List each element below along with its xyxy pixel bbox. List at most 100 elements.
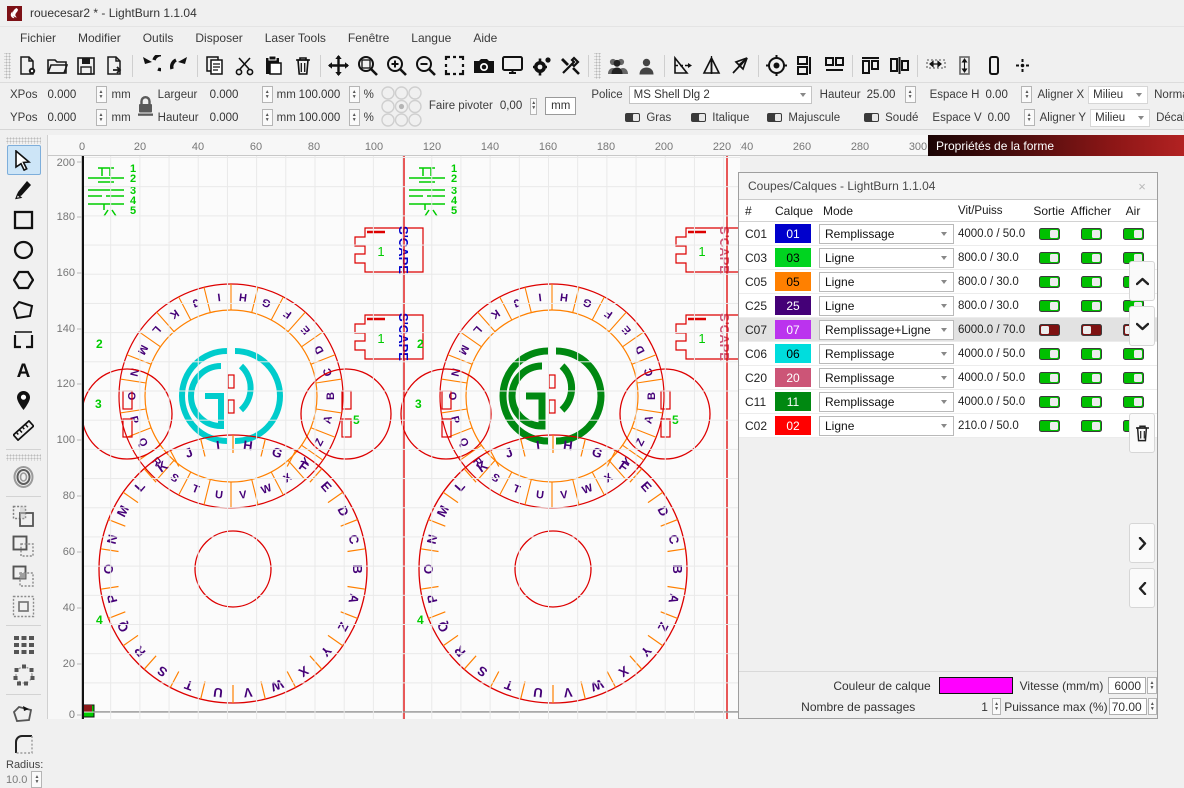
preview-icon[interactable]	[498, 51, 527, 80]
show-toggle[interactable]	[1080, 371, 1102, 384]
spacing-h-stepper[interactable]: ▲ ▼	[1021, 86, 1033, 103]
layer-mode-cell[interactable]: Remplissage	[819, 223, 954, 244]
table-row[interactable]: C07 07 Remplissage+Ligne 6000.0 / 70.0	[739, 318, 1157, 342]
delete-layer-button[interactable]	[1129, 413, 1155, 453]
device-tools-icon[interactable]	[556, 51, 585, 80]
output-toggle-cell[interactable]	[1028, 371, 1070, 384]
layer-color-cell[interactable]: 07	[775, 320, 819, 339]
menu-fenetre[interactable]: Fenêtre	[337, 29, 400, 47]
mode-select[interactable]: Remplissage	[819, 223, 954, 244]
fillet-corner-tool[interactable]	[7, 729, 41, 759]
tools-sidebar-grip[interactable]	[6, 137, 41, 144]
radius-stepper[interactable]: ▲ ▼	[31, 771, 43, 788]
pencil-tool[interactable]	[7, 175, 41, 205]
tools-sidebar-grip-2[interactable]	[6, 454, 41, 461]
horizontal-ruler-right[interactable]: 240 260 280 300	[740, 135, 928, 156]
text-tool[interactable]: A	[7, 355, 41, 385]
show-toggle[interactable]	[1080, 395, 1102, 408]
polygon-tool[interactable]	[7, 265, 41, 295]
layer-swatch[interactable]: 25	[775, 296, 811, 315]
layer-swatch[interactable]: 11	[775, 392, 811, 411]
toolbar-grip[interactable]	[4, 52, 11, 79]
table-row[interactable]: C02 02 Ligne 210.0 / 50.0	[739, 414, 1157, 438]
output-toggle-cell[interactable]	[1028, 323, 1070, 336]
move-icon[interactable]	[324, 51, 353, 80]
output-toggle-cell[interactable]	[1028, 395, 1070, 408]
zoom-in-icon[interactable]	[382, 51, 411, 80]
table-row[interactable]: C01 01 Remplissage 4000.0 / 50.0	[739, 222, 1157, 246]
layer-color-cell[interactable]: 03	[775, 248, 819, 267]
height-stepper[interactable]: ▲ ▼	[261, 109, 273, 126]
undo-icon[interactable]	[136, 51, 165, 80]
offset-tool[interactable]	[7, 462, 41, 492]
mode-select[interactable]: Ligne	[819, 271, 954, 292]
speed-stepper[interactable]: ▲ ▼	[1147, 677, 1157, 694]
output-toggle[interactable]	[1038, 419, 1060, 432]
ellipse-tool[interactable]	[7, 235, 41, 265]
toolbar-grip[interactable]	[594, 52, 601, 79]
radius-value[interactable]: 10.0	[6, 774, 27, 786]
output-toggle-cell[interactable]	[1028, 227, 1070, 240]
zoom-selection-icon[interactable]	[440, 51, 469, 80]
table-row[interactable]: C03 03 Ligne 800.0 / 30.0	[739, 246, 1157, 270]
layer-swatch[interactable]: 01	[775, 224, 811, 243]
boolean-subtract-tool[interactable]	[7, 531, 41, 561]
layer-color-cell[interactable]: 02	[775, 416, 819, 435]
select-tool[interactable]	[6, 145, 41, 175]
rotate-stepper[interactable]: ▲ ▼	[530, 97, 538, 115]
show-toggle[interactable]	[1080, 419, 1102, 432]
layer-swatch[interactable]: 06	[775, 344, 811, 363]
width-value[interactable]: 0.000	[210, 89, 262, 101]
show-toggle[interactable]	[1080, 323, 1102, 336]
caps-toggle[interactable]	[767, 113, 783, 122]
height-value[interactable]: 0.000	[210, 112, 262, 124]
menu-aide[interactable]: Aide	[462, 29, 508, 47]
output-toggle-cell[interactable]	[1028, 275, 1070, 288]
panel-next-button[interactable]	[1129, 523, 1155, 563]
anchor-grid-icon[interactable]	[380, 85, 423, 128]
size-match-icon[interactable]	[979, 51, 1008, 80]
align-center-h-icon[interactable]	[820, 51, 849, 80]
power-stepper[interactable]: ▲ ▼	[1147, 698, 1158, 715]
closed-polygon-tool[interactable]	[7, 295, 41, 325]
output-toggle[interactable]	[1038, 347, 1060, 360]
table-row[interactable]: C11 11 Remplissage 4000.0 / 50.0	[739, 390, 1157, 414]
set-origin-icon[interactable]	[762, 51, 791, 80]
output-toggle-cell[interactable]	[1028, 347, 1070, 360]
rotate-value[interactable]: 0,00	[500, 100, 522, 112]
mode-select[interactable]: Ligne	[819, 247, 954, 268]
mode-select[interactable]: Ligne	[819, 295, 954, 316]
zoom-fit-icon[interactable]	[353, 51, 382, 80]
flip-diagonal-icon[interactable]	[726, 51, 755, 80]
layer-mode-cell[interactable]: Ligne	[819, 415, 954, 436]
layer-swatch[interactable]: 02	[775, 416, 811, 435]
new-file-icon[interactable]	[13, 51, 42, 80]
layer-mode-cell[interactable]: Ligne	[819, 271, 954, 292]
layer-mode-cell[interactable]: Ligne	[819, 247, 954, 268]
output-toggle[interactable]	[1038, 323, 1060, 336]
align-x-select[interactable]: Milieu	[1088, 85, 1149, 104]
unit-button[interactable]: mm	[545, 97, 577, 115]
copy-icon[interactable]	[201, 51, 230, 80]
mode-select[interactable]: Remplissage+Ligne	[819, 319, 954, 340]
layer-mode-cell[interactable]: Remplissage	[819, 391, 954, 412]
rectangle-tool[interactable]	[7, 205, 41, 235]
settings-gear-icon[interactable]	[527, 51, 556, 80]
passes-stepper[interactable]: ▲ ▼	[991, 698, 1002, 715]
layer-color-swatch[interactable]	[938, 677, 1013, 694]
width-stepper[interactable]: ▲ ▼	[261, 86, 273, 103]
xpos-value[interactable]: 0.000	[48, 89, 96, 101]
export-file-icon[interactable]	[100, 51, 129, 80]
ypos-stepper[interactable]: ▲ ▼	[95, 109, 107, 126]
lock-icon[interactable]	[137, 95, 154, 117]
layer-color-cell[interactable]: 20	[775, 368, 819, 387]
power-value[interactable]: 70.00	[1109, 698, 1147, 715]
menu-disposer[interactable]: Disposer	[184, 29, 253, 47]
output-toggle[interactable]	[1038, 227, 1060, 240]
menu-fichier[interactable]: Fichier	[9, 29, 67, 47]
passes-value[interactable]: 1	[923, 698, 992, 715]
mode-select[interactable]: Remplissage	[819, 367, 954, 388]
panel-prev-button[interactable]	[1129, 568, 1155, 608]
show-toggle[interactable]	[1080, 227, 1102, 240]
show-toggle-cell[interactable]	[1070, 275, 1112, 288]
